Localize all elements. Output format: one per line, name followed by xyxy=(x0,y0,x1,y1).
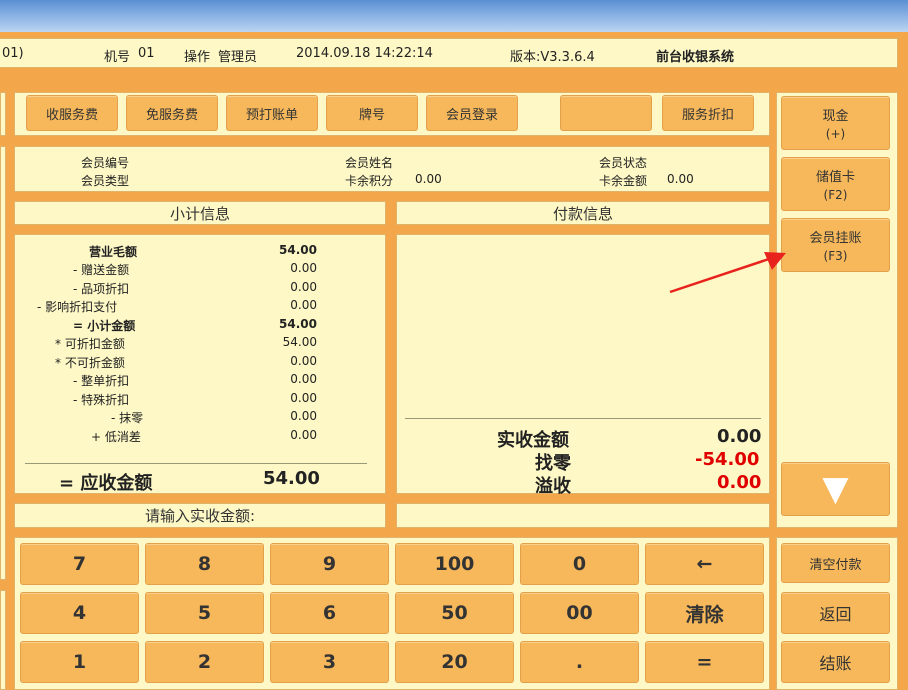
payment-cash-button[interactable]: 现金 (+) xyxy=(781,96,890,150)
overflow-label: 溢收 xyxy=(535,476,571,497)
member-type-label: 会员类型 xyxy=(81,174,130,188)
toolbar-button-member-login[interactable]: 会员登录 xyxy=(426,95,518,131)
subtotal-row-value: 0.00 xyxy=(290,261,317,275)
payment-title: 付款信息 xyxy=(396,201,770,225)
arrow-line xyxy=(669,256,773,294)
subtotal-row-value: 0.00 xyxy=(290,280,317,294)
subtotal-row-value: 0.00 xyxy=(290,372,317,386)
operator-name: 管理员 xyxy=(218,50,258,65)
subtotal-row-value: 54.00 xyxy=(279,243,317,257)
subtotal-row-value: 0.00 xyxy=(290,298,317,312)
annotation-arrow-icon xyxy=(669,252,786,294)
payment-stored-card-key: (F2) xyxy=(823,188,848,202)
window-titlebar xyxy=(0,0,908,32)
subtotal-row-value: 0.00 xyxy=(290,428,317,442)
keypad-key-100[interactable]: 100 xyxy=(395,543,514,585)
subtotal-row-label: * 不可折金额 xyxy=(55,356,125,370)
operator-label: 操作 xyxy=(184,50,211,65)
keypad-key-6[interactable]: 6 xyxy=(270,592,389,634)
change-value: -54.00 xyxy=(695,449,760,470)
receivable-label: = 应收金额 xyxy=(59,473,153,494)
subtotal-row-value: 54.00 xyxy=(282,335,317,349)
payment-stored-card-label: 储值卡 xyxy=(815,170,855,185)
payment-cash-label: 现金 xyxy=(822,109,849,124)
keypad-key-5[interactable]: 5 xyxy=(145,592,264,634)
points-label: 卡余积分 xyxy=(345,174,394,188)
subtotal-row-label: - 影响折扣支付 xyxy=(37,300,118,314)
keypad-key-decimal[interactable]: . xyxy=(520,641,639,683)
payment-stored-card-button[interactable]: 储值卡 (F2) xyxy=(781,157,890,211)
points-value: 0.00 xyxy=(415,172,442,186)
member-id-label: 会员编号 xyxy=(81,156,130,170)
clear-payment-button[interactable]: 清空付款 xyxy=(781,543,890,583)
subtotal-row-value: 54.00 xyxy=(279,317,317,331)
payment-member-credit-label: 会员挂账 xyxy=(809,231,862,246)
keypad-key-2[interactable]: 2 xyxy=(145,641,264,683)
header-left-fragment: 01) xyxy=(2,46,24,61)
arrow-head xyxy=(764,252,786,270)
subtotal-title: 小计信息 xyxy=(14,201,386,225)
payment-member-credit-key: (F3) xyxy=(823,249,848,263)
datetime: 2014.09.18 14:22:14 xyxy=(296,46,433,61)
version-label: 版本:V3.3.6.4 xyxy=(510,50,595,65)
keypad-key-1[interactable]: 1 xyxy=(20,641,139,683)
subtotal-row-label: - 赠送金额 xyxy=(73,263,130,277)
member-name-label: 会员姓名 xyxy=(345,156,394,170)
subtotal-panel: 营业毛额 54.00 - 赠送金额 0.00 - 品项折扣 0.00 - 影响折… xyxy=(14,234,386,494)
receivable-value: 54.00 xyxy=(263,468,320,489)
member-status-label: 会员状态 xyxy=(599,156,648,170)
chevron-down-icon: ▼ xyxy=(822,469,849,509)
subtotal-row-label: + 低消差 xyxy=(91,430,141,444)
header-info-bar: 01) 机号 01 操作 管理员 2014.09.18 14:22:14 版本:… xyxy=(0,38,898,68)
keypad-clear-button[interactable]: 清除 xyxy=(645,592,764,634)
keypad-key-8[interactable]: 8 xyxy=(145,543,264,585)
keypad-key-50[interactable]: 50 xyxy=(395,592,514,634)
subtotal-row-value: 0.00 xyxy=(290,391,317,405)
subtotal-row-label: * 可折扣金额 xyxy=(55,337,125,351)
balance-value: 0.00 xyxy=(667,172,694,186)
paid-amount-value: 0.00 xyxy=(717,426,762,447)
subtotal-row-label: 营业毛额 xyxy=(89,245,138,259)
subtotal-row-value: 0.00 xyxy=(290,409,317,423)
overflow-value: 0.00 xyxy=(717,472,762,493)
toolbar-button-waive-service-fee[interactable]: 免服务费 xyxy=(126,95,218,131)
subtotal-row-label: - 整单折扣 xyxy=(73,374,130,388)
system-name: 前台收银系统 xyxy=(656,50,735,65)
toolbar-button-tag-number[interactable]: 牌号 xyxy=(326,95,418,131)
subtotal-row-value: 0.00 xyxy=(290,354,317,368)
member-info-panel: 会员编号 会员类型 会员姓名 卡余积分 0.00 会员状态 卡余金额 0.00 xyxy=(14,146,770,192)
payment-divider xyxy=(405,418,761,419)
keypad-backspace-button[interactable]: ← xyxy=(645,543,764,585)
back-button[interactable]: 返回 xyxy=(781,592,890,634)
toolbar-button-preprint-bill[interactable]: 预打账单 xyxy=(226,95,318,131)
keypad-key-3[interactable]: 3 xyxy=(270,641,389,683)
keypad-key-4[interactable]: 4 xyxy=(20,592,139,634)
keypad-equals-button[interactable]: = xyxy=(645,641,764,683)
subtotal-divider xyxy=(25,463,367,464)
scroll-down-button[interactable]: ▼ xyxy=(781,462,890,516)
keypad-key-7[interactable]: 7 xyxy=(20,543,139,585)
left-edge-panel-2 xyxy=(0,146,6,580)
keypad-key-0[interactable]: 0 xyxy=(520,543,639,585)
subtotal-row-label: - 抹零 xyxy=(111,411,144,425)
subtotal-row-label: - 品项折扣 xyxy=(73,282,130,296)
keypad-key-20[interactable]: 20 xyxy=(395,641,514,683)
machine-label: 机号 xyxy=(104,50,131,65)
payment-cash-key: (+) xyxy=(825,127,846,141)
subtotal-row-label: = 小计金额 xyxy=(73,319,136,333)
toolbar-button-blank[interactable] xyxy=(560,95,652,131)
amount-input[interactable] xyxy=(396,503,770,528)
left-edge-panel-3 xyxy=(0,590,6,690)
keypad-key-00[interactable]: 00 xyxy=(520,592,639,634)
machine-number: 01 xyxy=(138,46,155,61)
balance-label: 卡余金额 xyxy=(599,174,648,188)
subtotal-row-label: - 特殊折扣 xyxy=(73,393,130,407)
checkout-button[interactable]: 结账 xyxy=(781,641,890,683)
toolbar-button-service-fee[interactable]: 收服务费 xyxy=(26,95,118,131)
input-prompt: 请输入实收金额: xyxy=(14,503,386,528)
toolbar-button-service-discount[interactable]: 服务折扣 xyxy=(662,95,754,131)
left-edge-panel xyxy=(0,92,6,136)
keypad-key-9[interactable]: 9 xyxy=(270,543,389,585)
